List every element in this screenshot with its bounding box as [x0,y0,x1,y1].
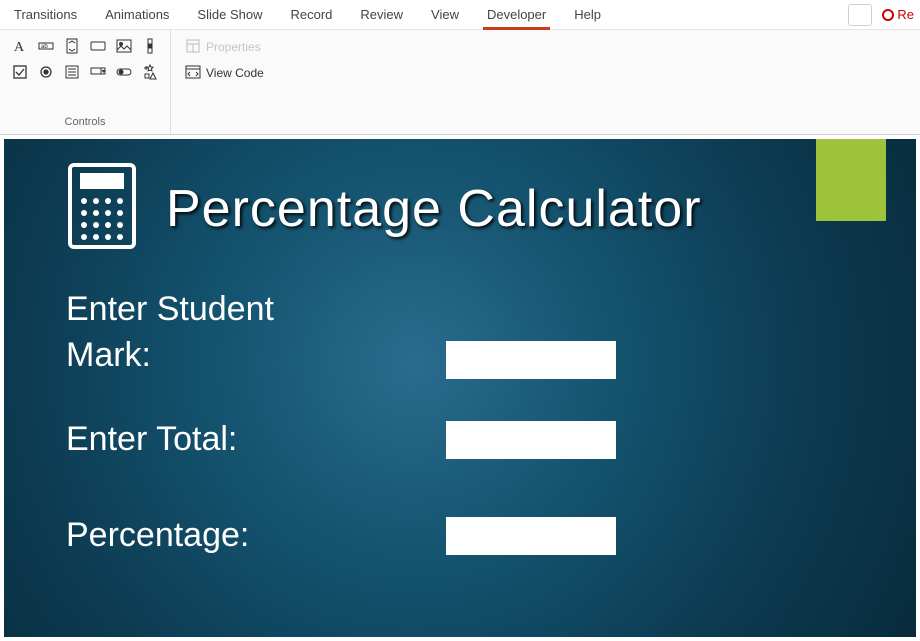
record-label: Re [897,7,914,22]
label-control-icon[interactable]: A [10,36,30,56]
tab-slide-show[interactable]: Slide Show [183,0,276,29]
slide-title[interactable]: Percentage Calculator [166,179,702,239]
view-code-button[interactable]: View Code [181,62,268,84]
form-area: Enter Student Mark: Enter Total: Percent… [66,287,666,609]
view-code-icon [185,64,201,83]
scrollbar-control-icon[interactable] [140,36,160,56]
combobox-control-icon[interactable] [88,62,108,82]
togglebutton-control-icon[interactable] [114,62,134,82]
optionbutton-control-icon[interactable] [36,62,56,82]
label-student-mark[interactable]: Enter Student Mark: [66,287,386,379]
morecontrols-control-icon[interactable] [140,62,160,82]
tab-help[interactable]: Help [560,0,615,29]
controls-group-label: Controls [65,116,106,132]
slide[interactable]: Percentage Calculator Enter Student Mark… [4,139,916,637]
tab-label: View [431,7,459,22]
input-percentage[interactable] [446,517,616,555]
image-control-icon[interactable] [114,36,134,56]
tab-label: Developer [487,7,546,22]
ribbon-right-controls: Re [848,4,920,26]
commandbutton-control-icon[interactable] [88,36,108,56]
tab-label: Record [290,7,332,22]
slide-area: Percentage Calculator Enter Student Mark… [0,135,920,641]
tab-record[interactable]: Record [276,0,346,29]
ribbon-tabs-row: Transitions Animations Slide Show Record… [0,0,920,30]
row-percentage: Percentage: [66,513,666,559]
tab-label: Animations [105,7,169,22]
textbox-control-icon[interactable]: ab [36,36,56,56]
controls-group: A ab [0,30,171,134]
label-student-mark-text: Enter Student Mark: [66,287,326,379]
spinbutton-control-icon[interactable] [62,36,82,56]
tab-animations[interactable]: Animations [91,0,183,29]
label-total[interactable]: Enter Total: [66,417,386,463]
svg-text:ab: ab [41,44,48,50]
properties-icon [185,38,201,57]
row-student-mark: Enter Student Mark: [66,287,666,379]
properties-button[interactable]: Properties [181,36,268,58]
tab-label: Transitions [14,7,77,22]
tab-transitions[interactable]: Transitions [0,0,91,29]
record-icon [882,9,894,21]
listbox-control-icon[interactable] [62,62,82,82]
record-button[interactable]: Re [880,4,914,26]
calculator-icon [66,161,138,256]
tab-view[interactable]: View [417,0,473,29]
comments-button[interactable] [848,4,872,26]
tab-label: Slide Show [197,7,262,22]
tab-developer[interactable]: Developer [473,0,560,29]
controls-row-1: A ab [10,36,160,56]
tab-review[interactable]: Review [346,0,417,29]
view-code-label: View Code [206,66,264,80]
tab-label: Help [574,7,601,22]
slide-title-row: Percentage Calculator [66,161,702,256]
properties-label: Properties [206,40,261,54]
checkbox-control-icon[interactable] [10,62,30,82]
input-student-mark[interactable] [446,341,616,379]
controls-row-2 [10,62,160,82]
controls-side-group: Properties View Code [171,30,278,134]
input-total[interactable] [446,421,616,459]
label-percentage[interactable]: Percentage: [66,513,386,559]
accent-shape [816,139,886,221]
ribbon-tabs: Transitions Animations Slide Show Record… [0,0,615,29]
ribbon-body: A ab [0,30,920,135]
svg-text:A: A [14,40,25,54]
tab-label: Review [360,7,403,22]
row-total: Enter Total: [66,417,666,463]
